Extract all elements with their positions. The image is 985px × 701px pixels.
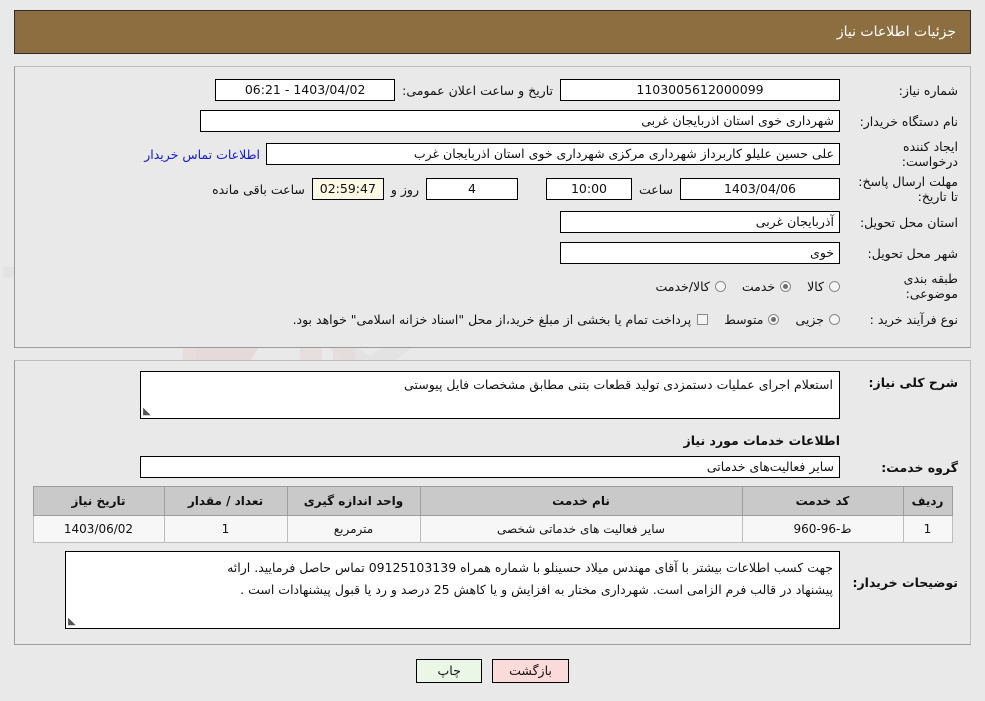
remaining-label: ساعت باقی مانده bbox=[212, 181, 305, 197]
hour-label: ساعت bbox=[638, 181, 673, 197]
radio-icon-jozee[interactable] bbox=[829, 313, 840, 325]
radio-category-kala-khedmat[interactable]: کالا/خدمت bbox=[655, 278, 726, 294]
announce-label: تاریخ و ساعت اعلان عمومی: bbox=[402, 82, 553, 98]
radio-process-motevasset[interactable]: متوسط bbox=[724, 311, 780, 327]
services-table: ردیف کد خدمت نام خدمت واحد اندازه گیری ت… bbox=[32, 486, 953, 543]
process-label: نوع فرآیند خرید : bbox=[869, 311, 958, 327]
need-number-label: شماره نیاز: bbox=[898, 82, 958, 98]
col-index: ردیف bbox=[902, 486, 953, 516]
col-unit: واحد اندازه گیری bbox=[286, 486, 421, 516]
col-need-date: تاریخ نیاز bbox=[32, 486, 165, 516]
city-row: شهر محل تحویل: خوی bbox=[27, 240, 958, 266]
resize-grip-icon[interactable]: ◢ bbox=[68, 616, 78, 627]
description-services-panel: شرح کلی نیاز: استعلام اجرای عملیات دستمز… bbox=[14, 360, 971, 645]
deadline-row: مهلت ارسال پاسخ: تا تاریخ: 1403/04/06 سا… bbox=[27, 174, 958, 204]
need-number-value: 1103005612000099 bbox=[560, 79, 840, 101]
category-label: طبقه بندی موضوعی: bbox=[903, 271, 958, 301]
category-row: طبقه بندی موضوعی: کالا خدمت کالا/خدمت bbox=[27, 271, 958, 301]
service-group-row: گروه خدمت: سایر فعالیت‌های خدماتی bbox=[27, 454, 958, 480]
service-group-label: گروه خدمت: bbox=[881, 459, 958, 475]
radio-label-motevasset: متوسط bbox=[724, 311, 764, 327]
radio-label-kala-khedmat: کالا/خدمت bbox=[655, 278, 710, 294]
cell-index: 1 bbox=[902, 515, 953, 543]
radio-process-jozee[interactable]: جزیی bbox=[795, 312, 840, 327]
buyer-comments-row: توضیحات خریدار: جهت کسب اطلاعات بیشتر با… bbox=[27, 551, 958, 629]
buyer-comments-textarea[interactable]: جهت کسب اطلاعات بیشتر با آقای مهندس میلا… bbox=[65, 551, 840, 629]
city-value: خوی bbox=[560, 242, 840, 264]
radio-icon-motevasset[interactable] bbox=[768, 313, 780, 325]
radio-label-jozee: جزیی bbox=[795, 311, 824, 327]
province-value: آذربایجان غربی bbox=[560, 211, 840, 233]
treasury-checkbox[interactable] bbox=[697, 313, 709, 325]
buyer-contact-link[interactable]: اطلاعات تماس خریدار bbox=[138, 147, 266, 162]
radio-category-kala[interactable]: کالا bbox=[807, 279, 840, 294]
buyer-comments-line-1: جهت کسب اطلاعات بیشتر با آقای مهندس میلا… bbox=[227, 560, 833, 575]
treasury-note: پرداخت تمام یا بخشی از مبلغ خرید،از محل … bbox=[292, 311, 692, 327]
days-remaining-value: 4 bbox=[425, 178, 518, 200]
radio-category-khedmat[interactable]: خدمت bbox=[741, 278, 792, 294]
radio-icon-kala[interactable] bbox=[829, 280, 840, 292]
process-row: نوع فرآیند خرید : جزیی متوسط پرداخت تمام… bbox=[27, 306, 958, 332]
province-label: استان محل تحویل: bbox=[859, 214, 958, 230]
creator-value: علی حسین علیلو کاربرداز شهرداری مرکزی شه… bbox=[266, 143, 840, 165]
radio-label-khedmat: خدمت bbox=[741, 278, 776, 294]
table-header-row: ردیف کد خدمت نام خدمت واحد اندازه گیری ت… bbox=[32, 486, 953, 516]
table-row: 1 ط-96-960 سایر فعالیت های خدماتی شخصی م… bbox=[32, 515, 953, 543]
deadline-label: مهلت ارسال پاسخ: تا تاریخ: bbox=[858, 174, 958, 204]
creator-label: ایجاد کننده درخواست: bbox=[901, 139, 958, 169]
radio-label-kala: کالا bbox=[807, 278, 824, 294]
need-info-panel: شماره نیاز: 1103005612000099 تاریخ و ساع… bbox=[14, 66, 971, 348]
resize-grip-icon[interactable]: ◢ bbox=[143, 406, 153, 417]
col-name: نام خدمت bbox=[419, 486, 743, 516]
deadline-date-value: 1403/04/06 bbox=[680, 178, 840, 200]
city-label: شهر محل تحویل: bbox=[867, 245, 958, 261]
announce-value: 1403/04/02 - 06:21 bbox=[215, 79, 396, 101]
col-code: کد خدمت bbox=[741, 486, 904, 516]
radio-icon-kala-khedmat[interactable] bbox=[714, 280, 726, 292]
back-button[interactable]: بازگشت bbox=[492, 659, 569, 683]
deadline-time-value: 10:00 bbox=[545, 178, 632, 200]
description-textarea[interactable]: استعلام اجرای عملیات دستمزدی تولید قطعات… bbox=[140, 371, 840, 419]
cell-name: سایر فعالیت های خدماتی شخصی bbox=[419, 515, 743, 543]
cell-code: ط-96-960 bbox=[741, 515, 904, 543]
radio-icon-khedmat[interactable] bbox=[780, 280, 792, 292]
buyer-comments-line-2: پیشنهاد در قالب فرم الزامی است. شهرداری … bbox=[240, 582, 833, 597]
cell-need-date: 1403/06/02 bbox=[32, 515, 165, 543]
province-row: استان محل تحویل: آذربایجان غربی bbox=[27, 209, 958, 235]
buyer-comments-label: توضیحات خریدار: bbox=[852, 575, 958, 590]
cell-unit: مترمربع bbox=[286, 515, 421, 543]
page-title: جزئیات اطلاعات نیاز bbox=[836, 24, 956, 40]
description-row: شرح کلی نیاز: استعلام اجرای عملیات دستمز… bbox=[27, 371, 958, 419]
creator-row: ایجاد کننده درخواست: علی حسین علیلو کارب… bbox=[27, 139, 958, 169]
buyer-org-row: نام دستگاه خریدار: شهرداری خوی استان اذر… bbox=[27, 108, 958, 134]
days-label: روز و bbox=[390, 181, 419, 197]
col-quantity: تعداد / مقدار bbox=[163, 486, 288, 516]
buyer-org-label: نام دستگاه خریدار: bbox=[859, 113, 958, 129]
services-section-title: اطلاعات خدمات مورد نیاز bbox=[683, 433, 841, 448]
description-label: شرح کلی نیاز: bbox=[868, 375, 958, 390]
description-value: استعلام اجرای عملیات دستمزدی تولید قطعات… bbox=[404, 377, 833, 392]
page-header: جزئیات اطلاعات نیاز bbox=[14, 10, 971, 54]
cell-quantity: 1 bbox=[163, 515, 288, 543]
buyer-org-value: شهرداری خوی استان اذربایجان غربی bbox=[200, 110, 840, 132]
page-root: جزئیات اطلاعات نیاز شماره نیاز: 11030056… bbox=[0, 10, 985, 683]
print-button[interactable]: چاپ bbox=[416, 659, 483, 683]
need-number-row: شماره نیاز: 1103005612000099 تاریخ و ساع… bbox=[27, 77, 958, 103]
service-group-value: سایر فعالیت‌های خدماتی bbox=[140, 456, 840, 478]
countdown-value: 02:59:47 bbox=[311, 178, 384, 200]
footer-button-bar: بازگشت چاپ bbox=[14, 659, 971, 683]
